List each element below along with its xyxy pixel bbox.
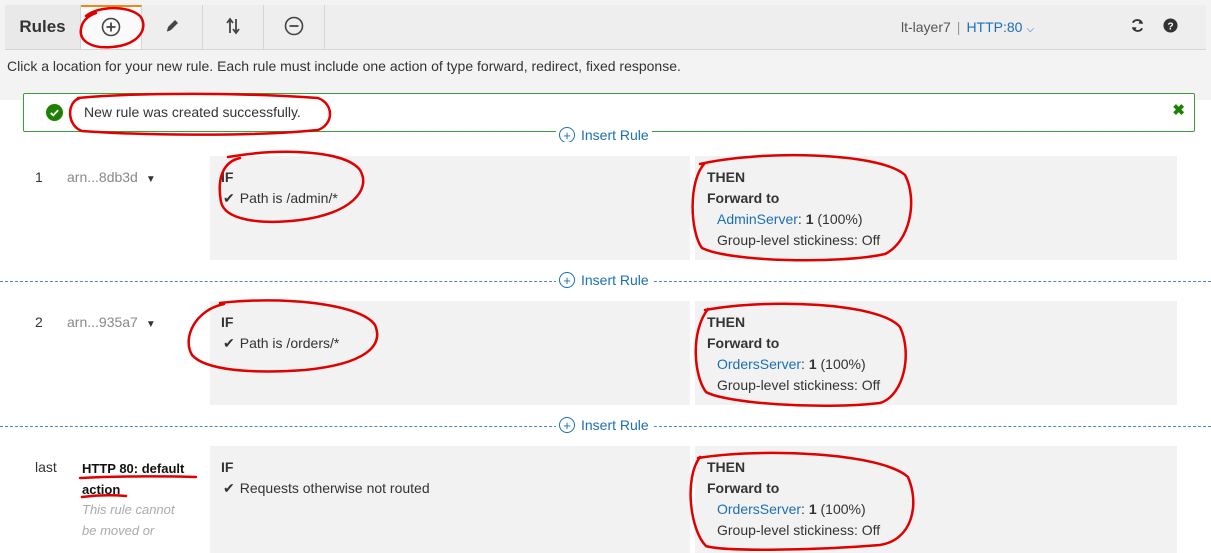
condition-item: ✔ Path is /admin/* bbox=[223, 190, 338, 207]
rule-actions-panel[interactable]: THEN Forward to OrdersServer: 1 (100%) G… bbox=[695, 301, 1177, 405]
rule-actions-panel[interactable]: THEN Forward to AdminServer: 1 (100%) Gr… bbox=[695, 156, 1177, 260]
target-group-link[interactable]: OrdersServer bbox=[717, 356, 801, 372]
rule-conditions-panel: IF ✔ Requests otherwise not routed bbox=[210, 446, 690, 553]
condition-text: Path is /orders/* bbox=[239, 335, 340, 351]
rule-arn: arn...8db3d bbox=[67, 169, 138, 185]
target-weight-pct: (100%) bbox=[820, 501, 866, 517]
default-rule-name-line1: HTTP 80: default bbox=[82, 461, 185, 476]
target-weight: 1 bbox=[808, 356, 817, 372]
forward-target: OrdersServer: 1 (100%) bbox=[717, 501, 866, 517]
target-suffix: : bbox=[801, 356, 805, 372]
action-title: Forward to bbox=[707, 190, 780, 206]
condition-item: ✔ Path is /orders/* bbox=[223, 335, 339, 352]
insert-rule-button[interactable]: + Insert Rule bbox=[556, 271, 652, 289]
plus-circle-icon: + bbox=[559, 127, 575, 142]
target-group-link[interactable]: AdminServer bbox=[717, 211, 798, 227]
caret-down-icon: ▼ bbox=[145, 319, 156, 330]
target-weight-pct: (100%) bbox=[820, 356, 866, 372]
if-title: IF bbox=[221, 459, 234, 475]
help-button[interactable]: ? bbox=[1162, 18, 1178, 36]
help-icon: ? bbox=[1162, 18, 1178, 36]
condition-text: Path is /admin/* bbox=[239, 190, 338, 206]
alert-message: New rule was created successfully. bbox=[84, 104, 301, 120]
refresh-icon bbox=[1130, 18, 1145, 36]
insert-rule-button[interactable]: + Insert Rule bbox=[556, 127, 652, 142]
then-title: THEN bbox=[707, 459, 746, 475]
if-title: IF bbox=[221, 314, 234, 330]
rules-toolbar: Rules lt-layer7 | HTTP:80 ⌵ ? bbox=[5, 5, 1206, 50]
svg-text:?: ? bbox=[1167, 21, 1173, 32]
action-title: Forward to bbox=[707, 480, 780, 496]
caret-down-icon: ▼ bbox=[145, 174, 156, 185]
rule-number: 2 bbox=[35, 314, 43, 330]
forward-target: OrdersServer: 1 (100%) bbox=[717, 356, 866, 372]
checkmark-icon: ✔ bbox=[223, 335, 235, 351]
reorder-rules-button[interactable] bbox=[203, 5, 264, 49]
forward-target: AdminServer: 1 (100%) bbox=[717, 211, 863, 227]
delete-rules-button[interactable] bbox=[264, 5, 325, 49]
rule-actions-panel[interactable]: THEN Forward to OrdersServer: 1 (100%) G… bbox=[695, 446, 1177, 553]
insert-rule-label: Insert Rule bbox=[581, 272, 649, 288]
stickiness-text: Group-level stickiness: Off bbox=[717, 377, 881, 393]
minus-circle-icon bbox=[284, 16, 304, 39]
default-rule-note-line2: be moved or bbox=[82, 523, 155, 538]
checkmark-icon: ✔ bbox=[223, 190, 235, 206]
rule-number: 1 bbox=[35, 169, 43, 185]
default-rule-name: HTTP 80: default action bbox=[82, 458, 200, 500]
plus-circle-icon bbox=[101, 17, 121, 40]
default-rule-note-line1: This rule cannot bbox=[82, 502, 175, 517]
rule-arn-dropdown[interactable]: arn...935a7 ▼ bbox=[67, 314, 156, 330]
rule-arn: arn...935a7 bbox=[67, 314, 138, 330]
target-weight: 1 bbox=[808, 501, 817, 517]
rule-arn-dropdown[interactable]: arn...8db3d ▼ bbox=[67, 169, 156, 185]
separator: | bbox=[956, 19, 961, 35]
edit-rules-button[interactable] bbox=[142, 5, 203, 49]
target-group-link[interactable]: OrdersServer bbox=[717, 501, 801, 517]
refresh-button[interactable] bbox=[1129, 19, 1145, 35]
rules-title: Rules bbox=[5, 5, 81, 49]
rule-conditions-panel[interactable]: IF ✔ Path is /orders/* bbox=[210, 301, 690, 405]
listener-name[interactable]: HTTP:80 bbox=[966, 19, 1022, 35]
check-circle-icon bbox=[46, 104, 63, 121]
insert-rule-button[interactable]: + Insert Rule bbox=[556, 416, 652, 434]
checkmark-icon: ✔ bbox=[223, 480, 235, 496]
action-title: Forward to bbox=[707, 335, 780, 351]
target-suffix: : bbox=[797, 211, 802, 227]
plus-circle-icon: + bbox=[559, 417, 575, 433]
default-rule-name-line2: action bbox=[82, 482, 121, 497]
target-suffix: : bbox=[801, 501, 805, 517]
rules-header-area: Rules lt-layer7 | HTTP:80 ⌵ ? Click a lo… bbox=[0, 0, 1211, 100]
chevron-down-icon: ⌵ bbox=[1026, 24, 1035, 35]
default-rule-note: This rule cannot be moved or bbox=[82, 499, 200, 541]
then-title: THEN bbox=[707, 314, 746, 330]
sort-arrows-icon bbox=[225, 17, 241, 38]
condition-text: Requests otherwise not routed bbox=[239, 480, 430, 496]
plus-circle-icon: + bbox=[559, 272, 575, 288]
insert-rule-label: Insert Rule bbox=[581, 417, 649, 433]
listener-selector[interactable]: lt-layer7 | HTTP:80 ⌵ bbox=[901, 19, 1034, 35]
rule-conditions-panel[interactable]: IF ✔ Path is /admin/* bbox=[210, 156, 690, 260]
close-icon[interactable]: ✖ bbox=[1172, 101, 1185, 119]
stickiness-text: Group-level stickiness: Off bbox=[717, 232, 881, 248]
then-title: THEN bbox=[707, 169, 746, 185]
target-weight-pct: (100%) bbox=[817, 211, 863, 227]
condition-item: ✔ Requests otherwise not routed bbox=[223, 480, 430, 497]
if-title: IF bbox=[221, 169, 234, 185]
add-rule-button[interactable] bbox=[81, 5, 142, 49]
pencil-icon bbox=[164, 18, 180, 37]
target-weight: 1 bbox=[805, 211, 814, 227]
load-balancer-name: lt-layer7 bbox=[901, 19, 951, 35]
instruction-text: Click a location for your new rule. Each… bbox=[7, 58, 681, 74]
rule-number: last bbox=[35, 459, 57, 475]
insert-rule-label: Insert Rule bbox=[581, 127, 649, 142]
stickiness-text: Group-level stickiness: Off bbox=[717, 522, 881, 538]
